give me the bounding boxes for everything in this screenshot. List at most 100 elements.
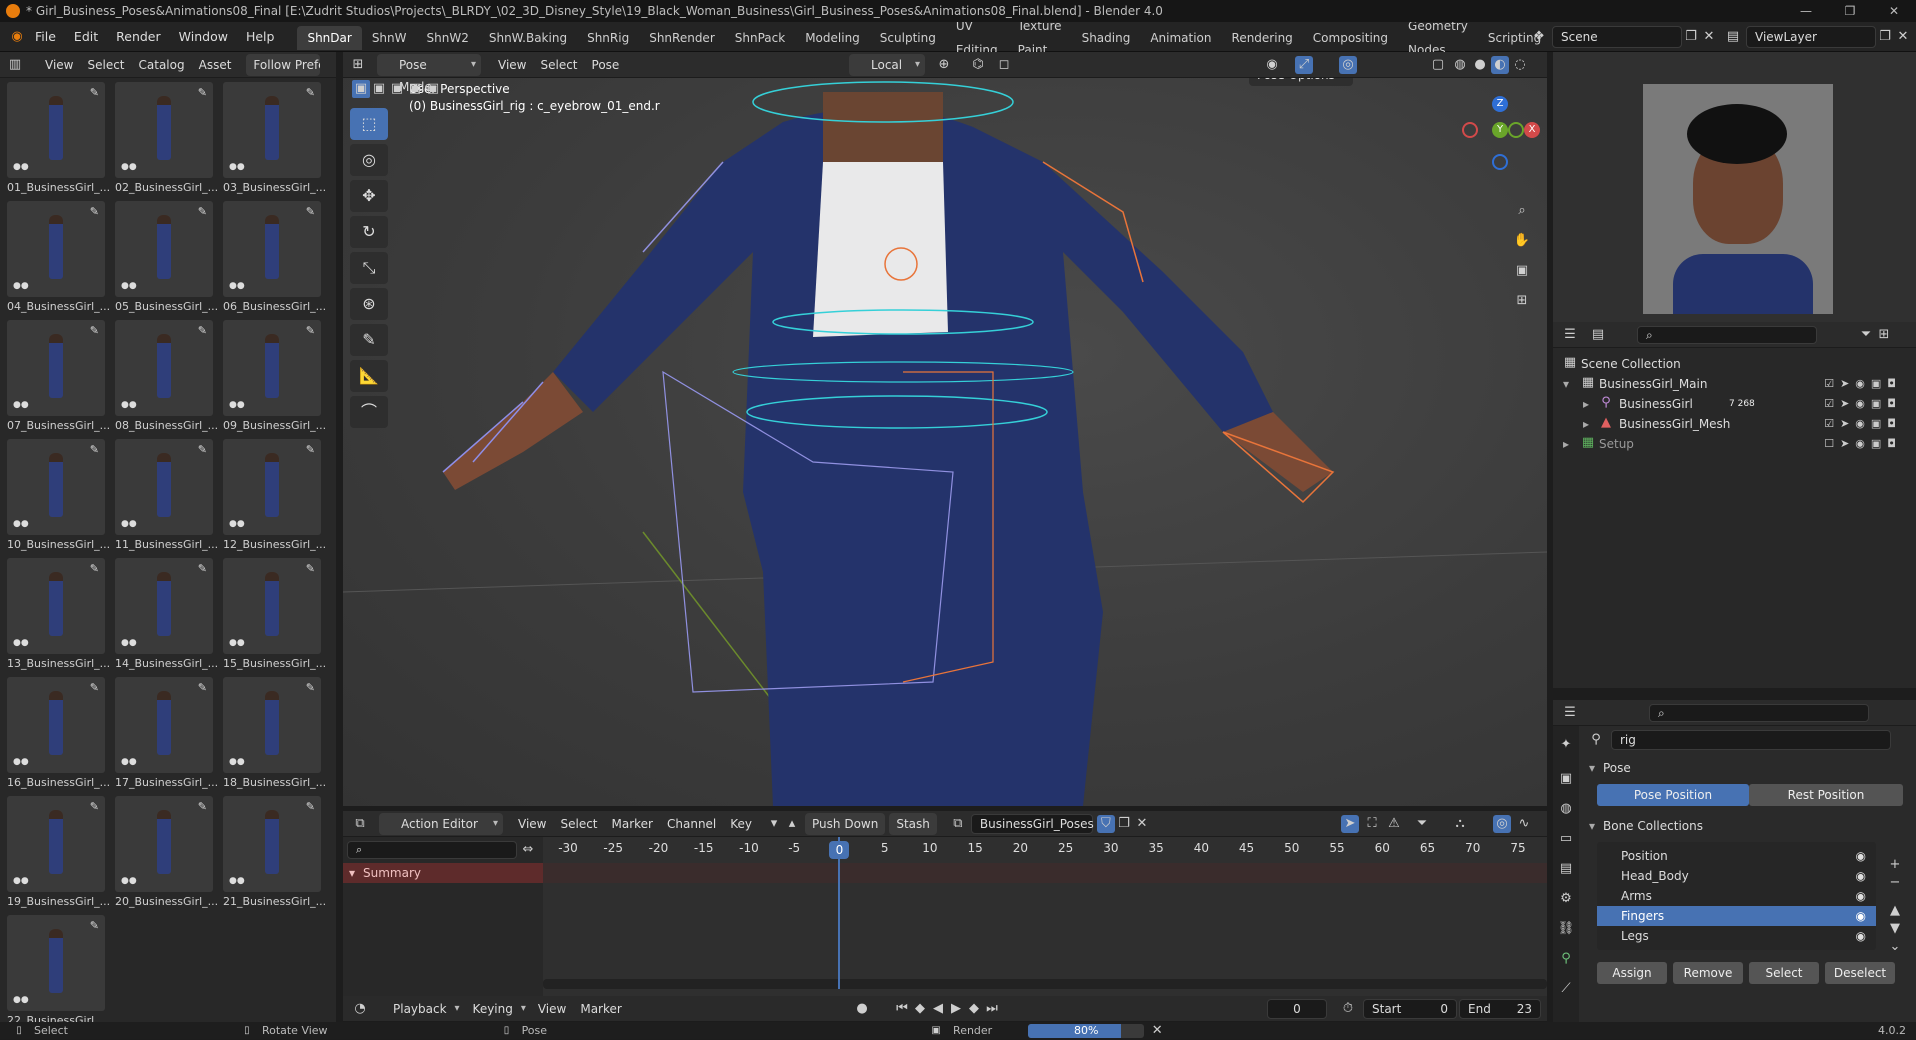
shading-material-icon[interactable]: ◐ bbox=[1491, 55, 1509, 74]
viewport-menu-select[interactable]: Select bbox=[533, 54, 584, 76]
action-menu-select[interactable]: Select bbox=[553, 813, 604, 835]
timeline-menu-marker[interactable]: Marker bbox=[573, 998, 628, 1020]
cancel-render-icon[interactable]: ✕ bbox=[1148, 1022, 1166, 1040]
close-window-button[interactable]: ✕ bbox=[1872, 0, 1916, 22]
push-down-button[interactable]: Push Down bbox=[805, 812, 886, 835]
visibility-toggles[interactable]: ☑➤◉▣◘ bbox=[1824, 414, 1902, 434]
visibility-toggles[interactable]: ☑➤◉▣◘ bbox=[1824, 374, 1902, 394]
deselect-button[interactable]: Deselect bbox=[1825, 962, 1895, 984]
layer-up-icon[interactable]: ▴ bbox=[783, 815, 801, 833]
viewport-menu-view[interactable]: View bbox=[491, 54, 533, 76]
edit-icon[interactable]: ✎ bbox=[198, 681, 207, 694]
play-icon[interactable]: ▶ bbox=[947, 1000, 965, 1018]
edit-icon[interactable]: ✎ bbox=[90, 919, 99, 932]
modifier-tab-icon[interactable]: ⚙ bbox=[1557, 890, 1575, 908]
keyframe-area[interactable]: -30 -25 -20 -15 -10 -5 0 5 10 15 20 25 30 35 40 45 50 55 6… bbox=[543, 837, 1547, 1007]
edit-icon[interactable]: ✎ bbox=[90, 443, 99, 456]
transform-orientation-dropdown[interactable]: Local bbox=[849, 53, 925, 76]
jump-start-icon[interactable]: ⏮ bbox=[893, 1000, 911, 1018]
edit-icon[interactable]: ✎ bbox=[90, 324, 99, 337]
workspace-tab-shading[interactable]: Shading bbox=[1072, 26, 1141, 50]
asset-thumbnail[interactable]: ✎ ●● bbox=[115, 82, 213, 178]
object-tab-icon[interactable]: ▤ bbox=[1557, 860, 1575, 878]
rest-position-button[interactable]: Rest Position bbox=[1749, 784, 1903, 806]
asset-thumbnail[interactable]: ✎ ●● bbox=[7, 796, 105, 892]
outliner-search[interactable]: ⌕ bbox=[1637, 325, 1817, 344]
edit-icon[interactable]: ✎ bbox=[198, 205, 207, 218]
keying-dropdown[interactable]: Keying bbox=[465, 998, 531, 1020]
edit-icon[interactable]: ✎ bbox=[306, 681, 315, 694]
bone-collection-legs[interactable]: Legs ◉ bbox=[1597, 926, 1876, 946]
bone-collections-header[interactable]: Bone Collections bbox=[1579, 814, 1916, 838]
eye-icon[interactable]: ◉ bbox=[1856, 866, 1866, 886]
view-layer-selector[interactable]: ViewLayer bbox=[1746, 26, 1876, 48]
outliner-editor-icon[interactable]: ☰ bbox=[1561, 326, 1579, 344]
visibility-toggles[interactable]: ☐➤◉▣◘ bbox=[1824, 434, 1902, 454]
asset-thumbnail[interactable]: ✎ ●● bbox=[7, 558, 105, 654]
visibility-icon[interactable]: ◉ bbox=[1263, 56, 1281, 74]
render-tab-icon[interactable]: ▣ bbox=[1557, 770, 1575, 788]
delete-scene-icon[interactable]: ✕ bbox=[1700, 28, 1718, 46]
remove-button[interactable]: Remove bbox=[1673, 962, 1743, 984]
camera-preview-panel[interactable] bbox=[1553, 52, 1916, 322]
filter-icon[interactable]: ⏷ bbox=[1857, 326, 1875, 344]
action-menu-channel[interactable]: Channel bbox=[660, 813, 723, 835]
pan-hand-icon[interactable]: ✋ bbox=[1513, 232, 1531, 250]
move-down-icon[interactable]: ▼ bbox=[1886, 920, 1904, 938]
measure-tool-icon[interactable]: 📐 bbox=[350, 360, 388, 392]
workspace-tab-shnw[interactable]: ShnW bbox=[362, 26, 417, 50]
current-frame-field[interactable]: 0 bbox=[1267, 998, 1327, 1019]
scene-selector[interactable]: Scene bbox=[1552, 26, 1682, 48]
workspace-tab-geometry-nodes[interactable]: Geometry Nodes bbox=[1398, 22, 1478, 52]
ortho-grid-icon[interactable]: ⊞ bbox=[1513, 292, 1531, 310]
add-collection-icon[interactable]: + bbox=[1886, 856, 1904, 874]
outliner-row-setup[interactable]: ▸ ▦ Setup ☐➤◉▣◘ bbox=[1553, 434, 1916, 454]
viewport-menu-pose[interactable]: Pose bbox=[585, 54, 627, 76]
bone-collection-position[interactable]: Position ◉ bbox=[1597, 846, 1876, 866]
eye-icon[interactable]: ◉ bbox=[1856, 926, 1866, 946]
auto-snap-icon[interactable]: ⛬ bbox=[1451, 815, 1469, 833]
pivot-icon[interactable]: ⊕ bbox=[935, 56, 953, 74]
summary-channel[interactable]: ▾ Summary bbox=[343, 863, 543, 883]
asset-thumbnail[interactable]: ✎ ●● bbox=[223, 796, 321, 892]
gizmo-icon[interactable]: ⤢ bbox=[1295, 55, 1313, 74]
expand-icon[interactable]: ▸ bbox=[1563, 434, 1569, 454]
3d-viewport[interactable]: User Perspective (0) BusinessGirl_rig : … bbox=[343, 52, 1547, 806]
edit-icon[interactable]: ✎ bbox=[90, 205, 99, 218]
fake-user-icon[interactable]: ⛉ bbox=[1096, 814, 1115, 833]
asset-menu-select[interactable]: Select bbox=[80, 54, 131, 76]
edit-icon[interactable]: ✎ bbox=[198, 562, 207, 575]
select-invert-icon[interactable]: ▣ bbox=[406, 80, 424, 98]
horizontal-scrollbar[interactable] bbox=[543, 979, 1547, 989]
timeline-menu-view[interactable]: View bbox=[531, 998, 573, 1020]
edit-icon[interactable]: ✎ bbox=[306, 324, 315, 337]
action-filter-icon[interactable]: ⏷ bbox=[1413, 815, 1431, 833]
maximize-button[interactable]: ❐ bbox=[1828, 0, 1872, 22]
collection-tab-icon[interactable]: ▭ bbox=[1557, 830, 1575, 848]
action-menu-key[interactable]: Key bbox=[723, 813, 759, 835]
outliner-row-businessgirl-rig[interactable]: ▸ ⚲ BusinessGirl 7 268 ☑➤◉▣◘ bbox=[1553, 394, 1916, 414]
menu-edit[interactable]: Edit bbox=[65, 22, 107, 52]
pose-section-header[interactable]: Pose bbox=[1579, 756, 1916, 780]
asset-thumbnail[interactable]: ✎ ●● bbox=[115, 201, 213, 297]
workspace-tab-animation[interactable]: Animation bbox=[1140, 26, 1221, 50]
remove-collection-icon[interactable]: − bbox=[1886, 874, 1904, 892]
select-new-icon[interactable]: ▣ bbox=[352, 80, 370, 98]
edit-icon[interactable]: ✎ bbox=[90, 800, 99, 813]
minimize-button[interactable]: — bbox=[1784, 0, 1828, 22]
mode-dropdown[interactable]: Pose Mode bbox=[377, 53, 481, 94]
pose-position-button[interactable]: Pose Position bbox=[1597, 784, 1749, 806]
constraint-tab-icon[interactable]: ⛓ bbox=[1557, 920, 1575, 938]
select-subtract-icon[interactable]: ▣ bbox=[388, 80, 406, 98]
new-action-icon[interactable]: ❐ bbox=[1115, 815, 1133, 833]
proportional-edit-icon[interactable]: ◻ bbox=[995, 56, 1013, 74]
workspace-tab-texture-paint[interactable]: Texture Paint bbox=[1008, 22, 1072, 52]
edit-icon[interactable]: ✎ bbox=[90, 681, 99, 694]
neg-x-axis-icon[interactable] bbox=[1462, 122, 1478, 138]
new-view-layer-icon[interactable]: ❐ bbox=[1876, 28, 1894, 46]
edit-icon[interactable]: ✎ bbox=[198, 443, 207, 456]
shading-solid-icon[interactable]: ● bbox=[1471, 56, 1489, 74]
asset-thumbnail[interactable]: ✎ ●● bbox=[115, 320, 213, 416]
properties-editor-icon[interactable]: ☰ bbox=[1561, 704, 1579, 722]
asset-thumbnail[interactable]: ✎ ●● bbox=[7, 439, 105, 535]
